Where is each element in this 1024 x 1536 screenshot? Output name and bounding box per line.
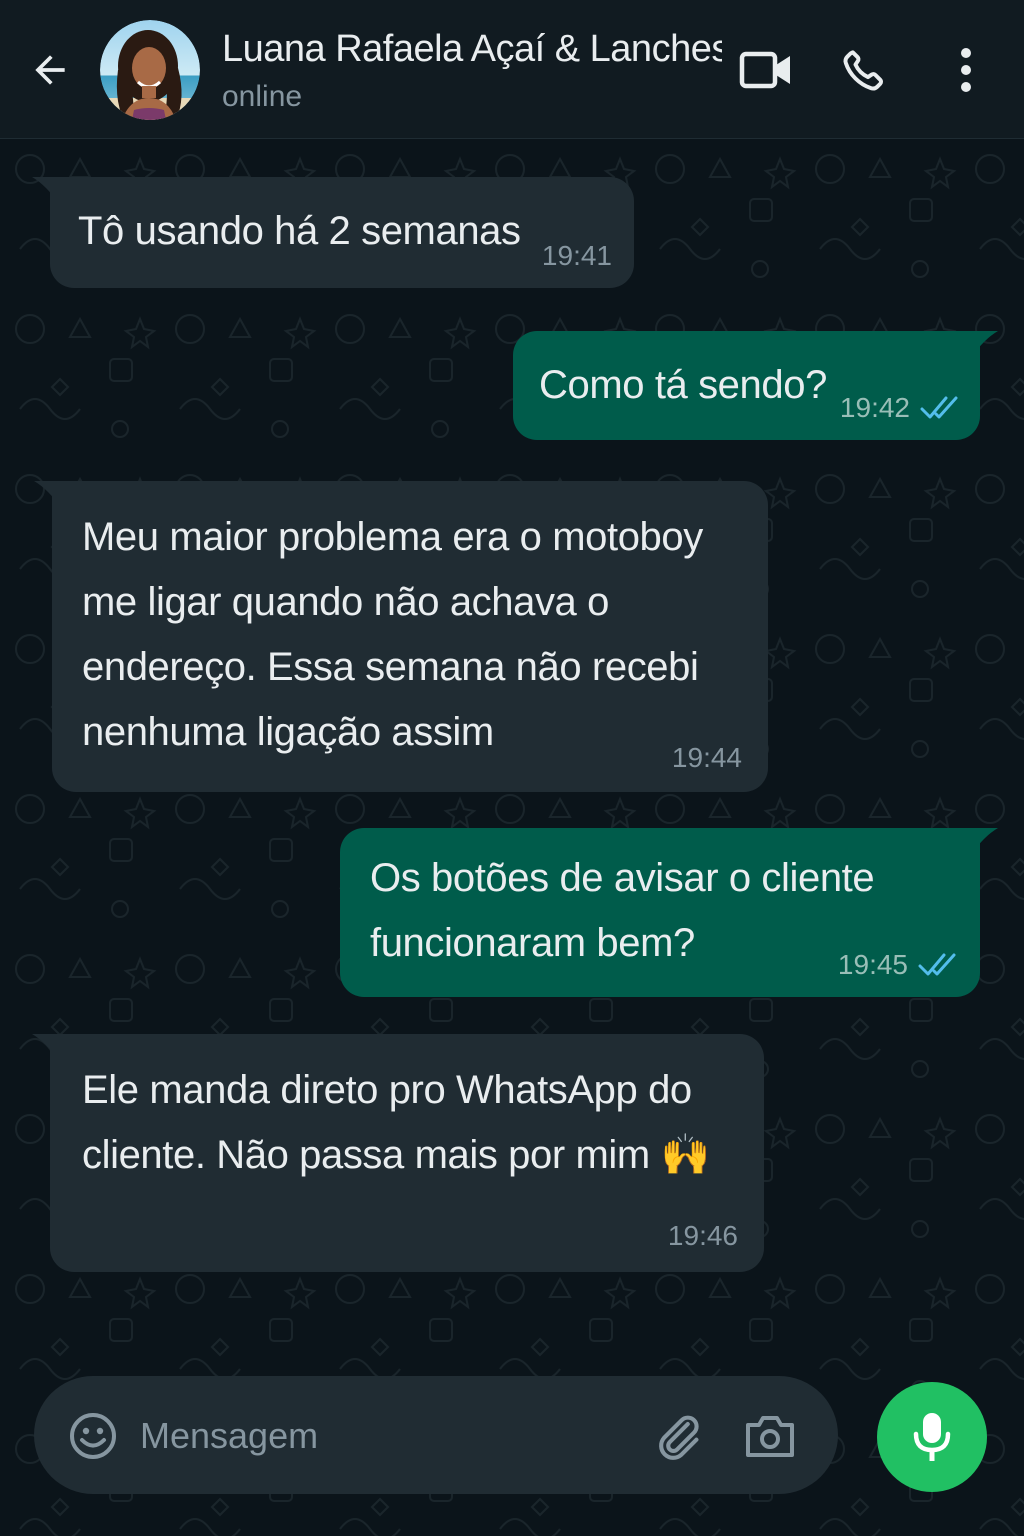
emoji-icon (70, 1413, 116, 1459)
message-meta: 19:46 (668, 1220, 738, 1252)
message-meta: 19:44 (672, 742, 742, 774)
message-text: Meu maior problema era o motoboy me liga… (82, 515, 703, 754)
message-bubble-incoming[interactable]: Ele manda direto pro WhatsApp do cliente… (32, 1034, 764, 1272)
message-list[interactable]: Tô usando há 2 semanas 19:41 Como tá sen… (0, 139, 1024, 1536)
message-time: 19:42 (839, 392, 910, 423)
phone-icon (843, 50, 884, 91)
emoji-button[interactable] (66, 1409, 120, 1463)
voice-message-button[interactable] (877, 1382, 987, 1492)
more-vertical-icon (961, 48, 971, 92)
bubble-tail (32, 177, 60, 205)
voice-call-button[interactable] (832, 38, 896, 102)
read-ticks-icon (918, 953, 956, 976)
message-bubble-incoming[interactable]: Tô usando há 2 semanas 19:41 (32, 177, 634, 288)
message-meta: 19:41 (542, 240, 612, 272)
message-bubble-outgoing[interactable]: Os botões de avisar o cliente funcionara… (340, 828, 998, 997)
chat-header: Luana Rafaela Açaí & Lanches online (0, 0, 1024, 139)
video-call-icon (739, 51, 790, 89)
message-time: 19:46 (667, 1220, 738, 1251)
camera-icon (746, 1416, 794, 1457)
message-time: 19:45 (837, 949, 908, 980)
contact-avatar[interactable] (100, 20, 200, 120)
bubble-tail (970, 331, 998, 359)
message-text: Os botões de avisar o cliente funcionara… (370, 856, 875, 965)
message-time: 19:44 (671, 742, 742, 773)
bubble-tail (34, 481, 62, 509)
message-bubble-outgoing[interactable]: Como tá sendo? 19:42 (513, 331, 998, 440)
avatar-photo (100, 20, 200, 120)
bubble-tail (32, 1034, 60, 1062)
message-text: Tô usando há 2 semanas (78, 209, 521, 253)
back-button[interactable] (22, 42, 78, 98)
message-input[interactable] (140, 1406, 620, 1466)
message-text: Como tá sendo? (539, 363, 827, 407)
bubble-tail (970, 828, 998, 856)
video-call-button[interactable] (734, 38, 798, 102)
message-meta: 19:45 (838, 949, 962, 981)
microphone-icon (913, 1413, 951, 1461)
contact-status: online (222, 80, 303, 113)
camera-button[interactable] (740, 1406, 800, 1466)
message-time: 19:41 (541, 240, 612, 271)
message-meta: 19:42 (840, 392, 964, 424)
message-composer (34, 1376, 838, 1494)
paperclip-icon (659, 1415, 699, 1460)
read-ticks-icon (920, 396, 958, 419)
message-bubble-incoming[interactable]: Meu maior problema era o motoboy me liga… (34, 481, 768, 792)
arrow-left-icon (35, 55, 65, 85)
message-text: Ele manda direto pro WhatsApp do cliente… (82, 1068, 710, 1177)
contact-name[interactable]: Luana Rafaela Açaí & Lanches (222, 26, 722, 72)
attach-button[interactable] (648, 1406, 708, 1466)
more-options-button[interactable] (934, 38, 998, 102)
